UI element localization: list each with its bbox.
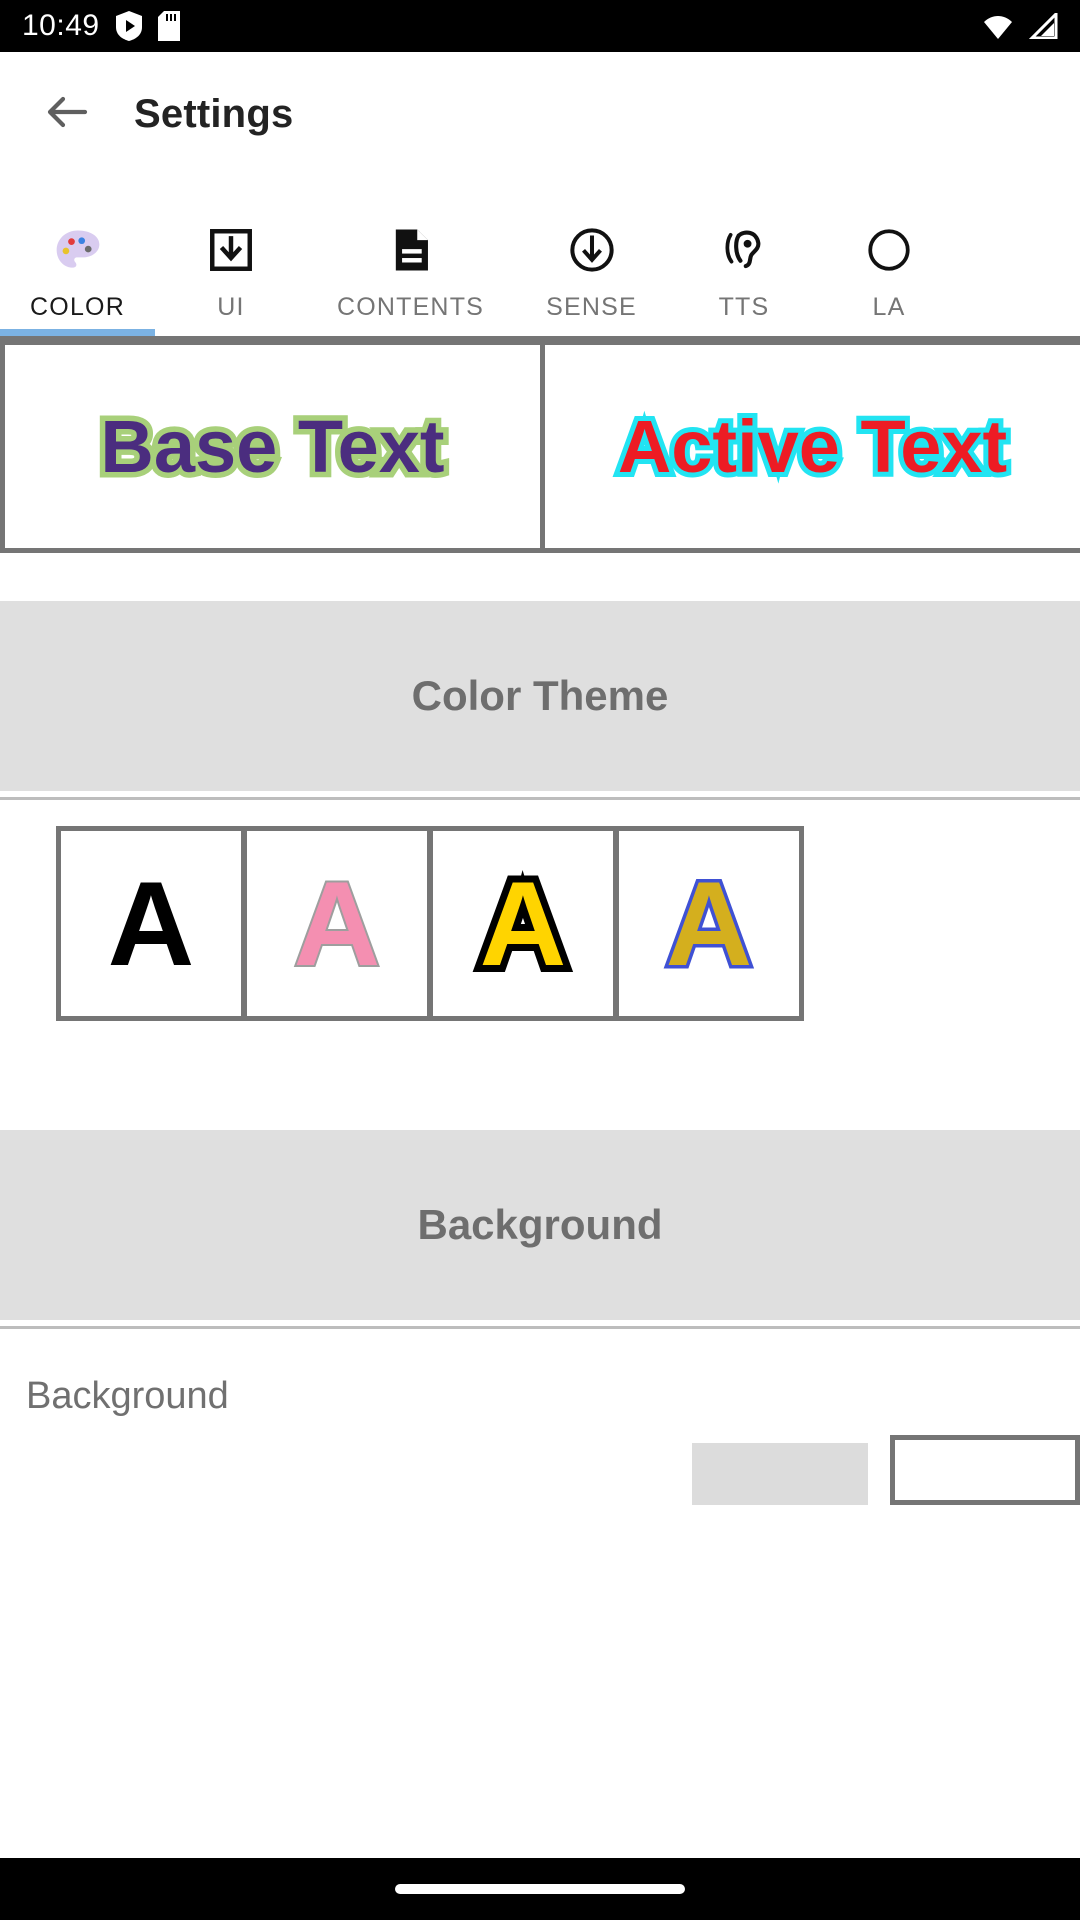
active-text-preview[interactable]: Active Text <box>545 345 1080 548</box>
language-icon <box>864 219 914 281</box>
active-text-sample: Active Text <box>613 400 1012 493</box>
status-bar-clock: 10:49 <box>22 9 100 42</box>
theme-swatch-4[interactable]: A <box>619 831 799 1016</box>
tab-label: TTS <box>718 293 770 321</box>
sd-card-icon <box>157 11 180 41</box>
base-text-sample: Base Text <box>95 400 450 494</box>
theme-swatch-letter: A <box>107 856 195 991</box>
status-bar-right <box>982 10 1058 40</box>
tab-label: SENSE <box>546 293 637 321</box>
background-color-swatch[interactable] <box>692 1443 868 1505</box>
theme-swatch-letter: A <box>473 856 574 991</box>
status-bar: 10:49 <box>0 0 1080 52</box>
section-title: Color Theme <box>411 672 669 719</box>
tab-sense[interactable]: SENSE <box>514 176 669 336</box>
back-button[interactable] <box>34 81 100 147</box>
tab-bar[interactable]: COLOR UI CONTENTS SENSE TTS LA <box>0 176 1080 336</box>
home-pill[interactable] <box>395 1884 685 1894</box>
theme-swatch-letter: A <box>292 856 383 991</box>
section-title: Background <box>417 1201 663 1248</box>
color-theme-swatch-area: A A A A <box>0 800 1080 1130</box>
ear-hearing-icon <box>719 219 769 281</box>
tab-label: COLOR <box>30 293 125 321</box>
app-bar: Settings <box>0 52 1080 176</box>
shield-play-icon <box>115 11 142 41</box>
color-theme-header: Color Theme <box>0 601 1080 791</box>
tab-ui[interactable]: UI <box>155 176 307 336</box>
cell-signal-icon <box>1028 10 1058 40</box>
background-preview-box[interactable] <box>890 1435 1080 1505</box>
status-bar-left: 10:49 <box>22 9 180 43</box>
base-text-preview[interactable]: Base Text <box>5 345 540 548</box>
spacer <box>0 553 1080 601</box>
page-title: Settings <box>134 91 294 136</box>
theme-swatch-letter: A <box>662 856 756 991</box>
tab-active-indicator <box>0 329 155 336</box>
tab-tts[interactable]: TTS <box>669 176 819 336</box>
wifi-icon <box>982 13 1014 39</box>
circle-arrow-down-icon <box>567 219 617 281</box>
preview-row: Base Text Active Text <box>0 341 1080 553</box>
theme-swatch-1[interactable]: A <box>61 831 241 1016</box>
tab-label: UI <box>217 293 245 321</box>
tab-language[interactable]: LA <box>819 176 959 336</box>
tab-color[interactable]: COLOR <box>0 176 155 336</box>
palette-icon <box>52 219 104 281</box>
tab-label: CONTENTS <box>336 293 485 321</box>
background-row-controls[interactable] <box>692 1435 1080 1505</box>
background-header: Background <box>0 1130 1080 1320</box>
tab-label: LA <box>872 293 906 321</box>
document-icon <box>386 219 436 281</box>
tab-list[interactable]: COLOR UI CONTENTS SENSE TTS LA <box>0 176 1080 336</box>
download-box-icon <box>206 219 256 281</box>
system-nav-bar <box>0 1858 1080 1920</box>
theme-swatch-3[interactable]: A <box>433 831 613 1016</box>
tab-contents[interactable]: CONTENTS <box>307 176 514 336</box>
color-theme-swatch-strip[interactable]: A A A A <box>56 826 804 1021</box>
arrow-left-icon <box>43 88 91 141</box>
theme-swatch-2[interactable]: A <box>247 831 427 1016</box>
background-list: Background <box>0 1329 1080 1505</box>
background-row-label: Background <box>26 1375 229 1417</box>
background-row[interactable]: Background <box>0 1329 1080 1505</box>
